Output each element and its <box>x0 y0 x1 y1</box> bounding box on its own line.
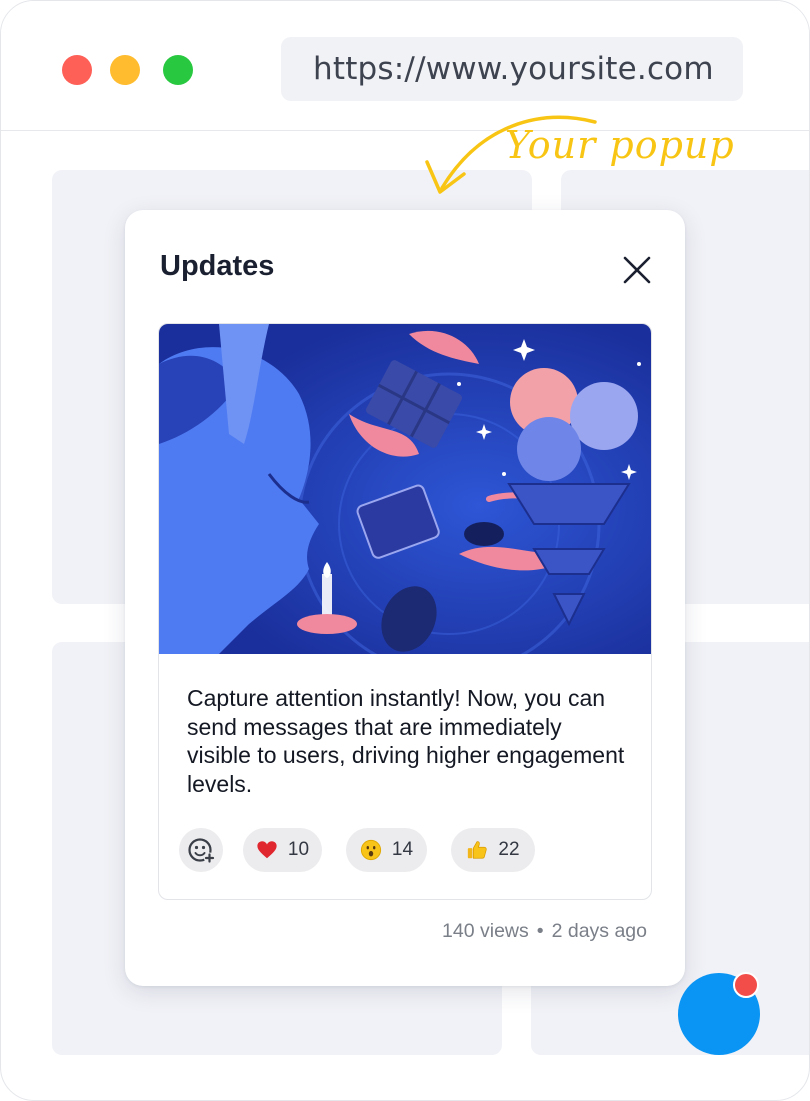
meta-separator: • <box>536 920 544 942</box>
maximize-window-button[interactable] <box>163 55 193 85</box>
popup-title: Updates <box>160 250 275 282</box>
illustration-image <box>159 324 651 654</box>
annotation-label: Your popup <box>505 123 735 167</box>
views-count: 140 views <box>442 920 529 942</box>
reaction-thumbs-up-chip[interactable]: 22 <box>451 828 535 872</box>
reaction-count: 22 <box>498 839 520 860</box>
reaction-heart-chip[interactable]: 10 <box>243 828 322 872</box>
add-reaction-button[interactable] <box>179 828 223 872</box>
add-emoji-icon <box>188 838 215 864</box>
notification-badge <box>733 972 759 998</box>
thumbs-up-emoji-icon <box>468 841 488 859</box>
heart-emoji-icon <box>257 841 277 859</box>
popup-meta: 140 views • 2 days ago <box>442 920 647 943</box>
surprised-face-emoji-icon <box>360 839 382 861</box>
update-card: Capture attention instantly! Now, you ca… <box>158 323 652 900</box>
timestamp: 2 days ago <box>551 920 647 942</box>
address-bar[interactable]: https://www.yoursite.com <box>281 37 743 101</box>
update-message: Capture attention instantly! Now, you ca… <box>187 685 625 797</box>
close-icon[interactable] <box>621 254 653 286</box>
updates-popup: Updates Capture attention instantly! Now… <box>125 210 685 986</box>
close-window-button[interactable] <box>62 55 92 85</box>
reaction-count: 10 <box>287 839 310 860</box>
minimize-window-button[interactable] <box>110 55 140 85</box>
reaction-count: 14 <box>391 839 414 860</box>
reaction-surprised-chip[interactable]: 14 <box>346 828 427 872</box>
